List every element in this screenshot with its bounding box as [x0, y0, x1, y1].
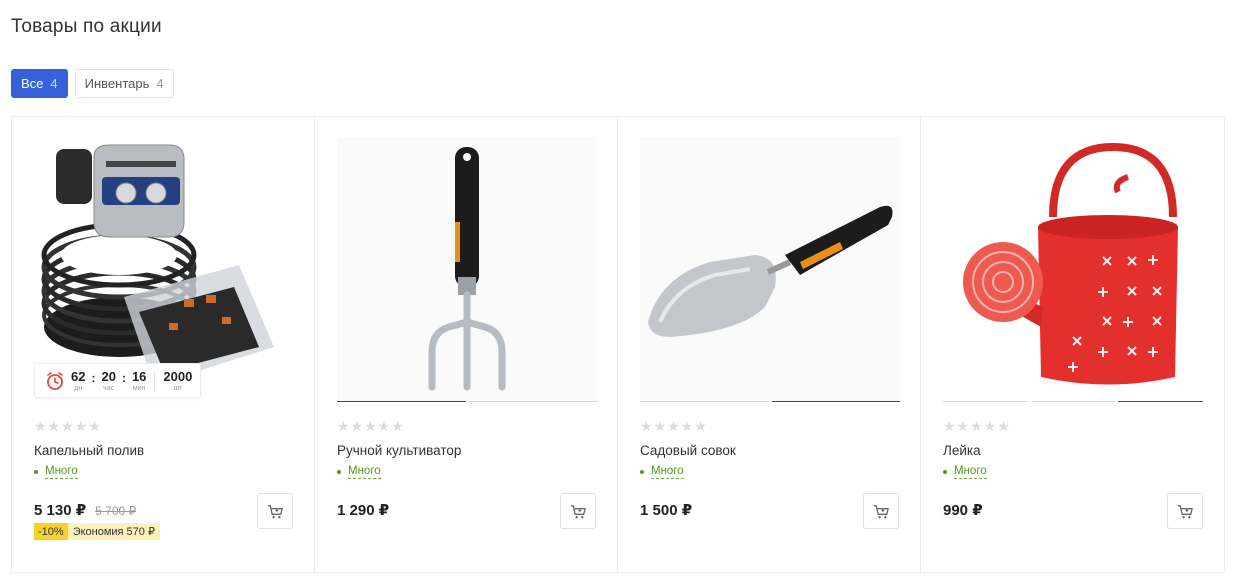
stock-dot-icon [640, 470, 644, 474]
hand-cultivator-icon [337, 137, 597, 402]
stock-dot-icon [943, 470, 947, 474]
filter-tab-count: 4 [156, 76, 164, 91]
price-row: 5 130 ₽ 5 700 ₽ [34, 501, 136, 519]
stock-status: Много [34, 465, 78, 479]
image-slider-indicator[interactable] [943, 401, 1204, 403]
product-grid: 62 дн : 20 час : 16 мин 2000 шт ★★★★★ Ка… [11, 116, 1225, 573]
cart-icon [1177, 504, 1193, 518]
page-title: Товары по акции [11, 16, 162, 37]
timer-hours: 20 час [101, 368, 116, 392]
stock-status: Много [640, 465, 684, 479]
add-to-cart-button[interactable] [863, 493, 899, 529]
timer-days: 62 дн [71, 368, 86, 392]
product-name[interactable]: Садовый совок [640, 443, 736, 458]
stock-status: Много [943, 465, 987, 479]
filter-tab-count: 4 [50, 76, 58, 91]
rating-stars[interactable]: ★★★★★ [943, 418, 1011, 435]
image-slider-indicator[interactable] [640, 401, 900, 403]
product-card: ★★★★★ Садовый совок Много 1 500 ₽ [618, 117, 921, 572]
product-name[interactable]: Ручной культиватор [337, 443, 461, 458]
product-name[interactable]: Лейка [943, 443, 981, 458]
watering-can-icon [963, 142, 1178, 385]
product-card: ★★★★★ Лейка Много 990 ₽ [921, 117, 1224, 572]
alarm-clock-icon [47, 371, 63, 390]
rating-stars[interactable]: ★★★★★ [34, 418, 102, 435]
product-price: 5 130 ₽ [34, 502, 87, 519]
price-row: 1 500 ₽ [640, 501, 692, 519]
rating-stars[interactable]: ★★★★★ [640, 418, 708, 435]
filter-tab-label: Все [21, 76, 44, 91]
cart-icon [873, 504, 889, 518]
price-row: 990 ₽ [943, 501, 983, 519]
filter-tabs: Все 4 Инвентарь 4 [11, 69, 174, 98]
stock-status: Много [337, 465, 381, 479]
price-row: 1 290 ₽ [337, 501, 389, 519]
stock-dot-icon [337, 470, 341, 474]
filter-tab-all[interactable]: Все 4 [11, 69, 68, 98]
timer-quantity: 2000 шт [163, 368, 193, 392]
product-image-watering-can[interactable] [943, 137, 1203, 402]
timer-minutes: 16 мин [131, 368, 147, 392]
product-card: 62 дн : 20 час : 16 мин 2000 шт ★★★★★ Ка… [12, 117, 315, 572]
product-price: 1 290 ₽ [337, 502, 390, 519]
promo-countdown-timer: 62 дн : 20 час : 16 мин 2000 шт [34, 363, 202, 398]
add-to-cart-button[interactable] [560, 493, 596, 529]
stock-dot-icon [34, 470, 38, 474]
garden-trowel-icon [640, 137, 900, 402]
product-old-price: 5 700 ₽ [95, 504, 137, 518]
product-image-trowel[interactable] [640, 137, 900, 402]
image-slider-indicator[interactable] [337, 401, 597, 403]
cart-icon [570, 504, 586, 518]
product-card: ★★★★★ Ручной культиватор Много 1 290 ₽ [315, 117, 618, 572]
discount-savings: Экономия 570 ₽ [67, 523, 160, 540]
cart-icon [267, 504, 283, 518]
rating-stars[interactable]: ★★★★★ [337, 418, 405, 435]
product-name[interactable]: Капельный полив [34, 443, 144, 458]
discount-percent: -10% [34, 523, 68, 540]
product-price: 990 ₽ [943, 502, 983, 519]
add-to-cart-button[interactable] [257, 493, 293, 529]
discount-badge: -10% Экономия 570 ₽ [34, 523, 160, 540]
product-price: 1 500 ₽ [640, 502, 693, 519]
filter-tab-inventory[interactable]: Инвентарь 4 [74, 69, 174, 98]
product-image-cultivator[interactable] [337, 137, 597, 402]
add-to-cart-button[interactable] [1167, 493, 1203, 529]
filter-tab-label: Инвентарь [84, 76, 150, 91]
